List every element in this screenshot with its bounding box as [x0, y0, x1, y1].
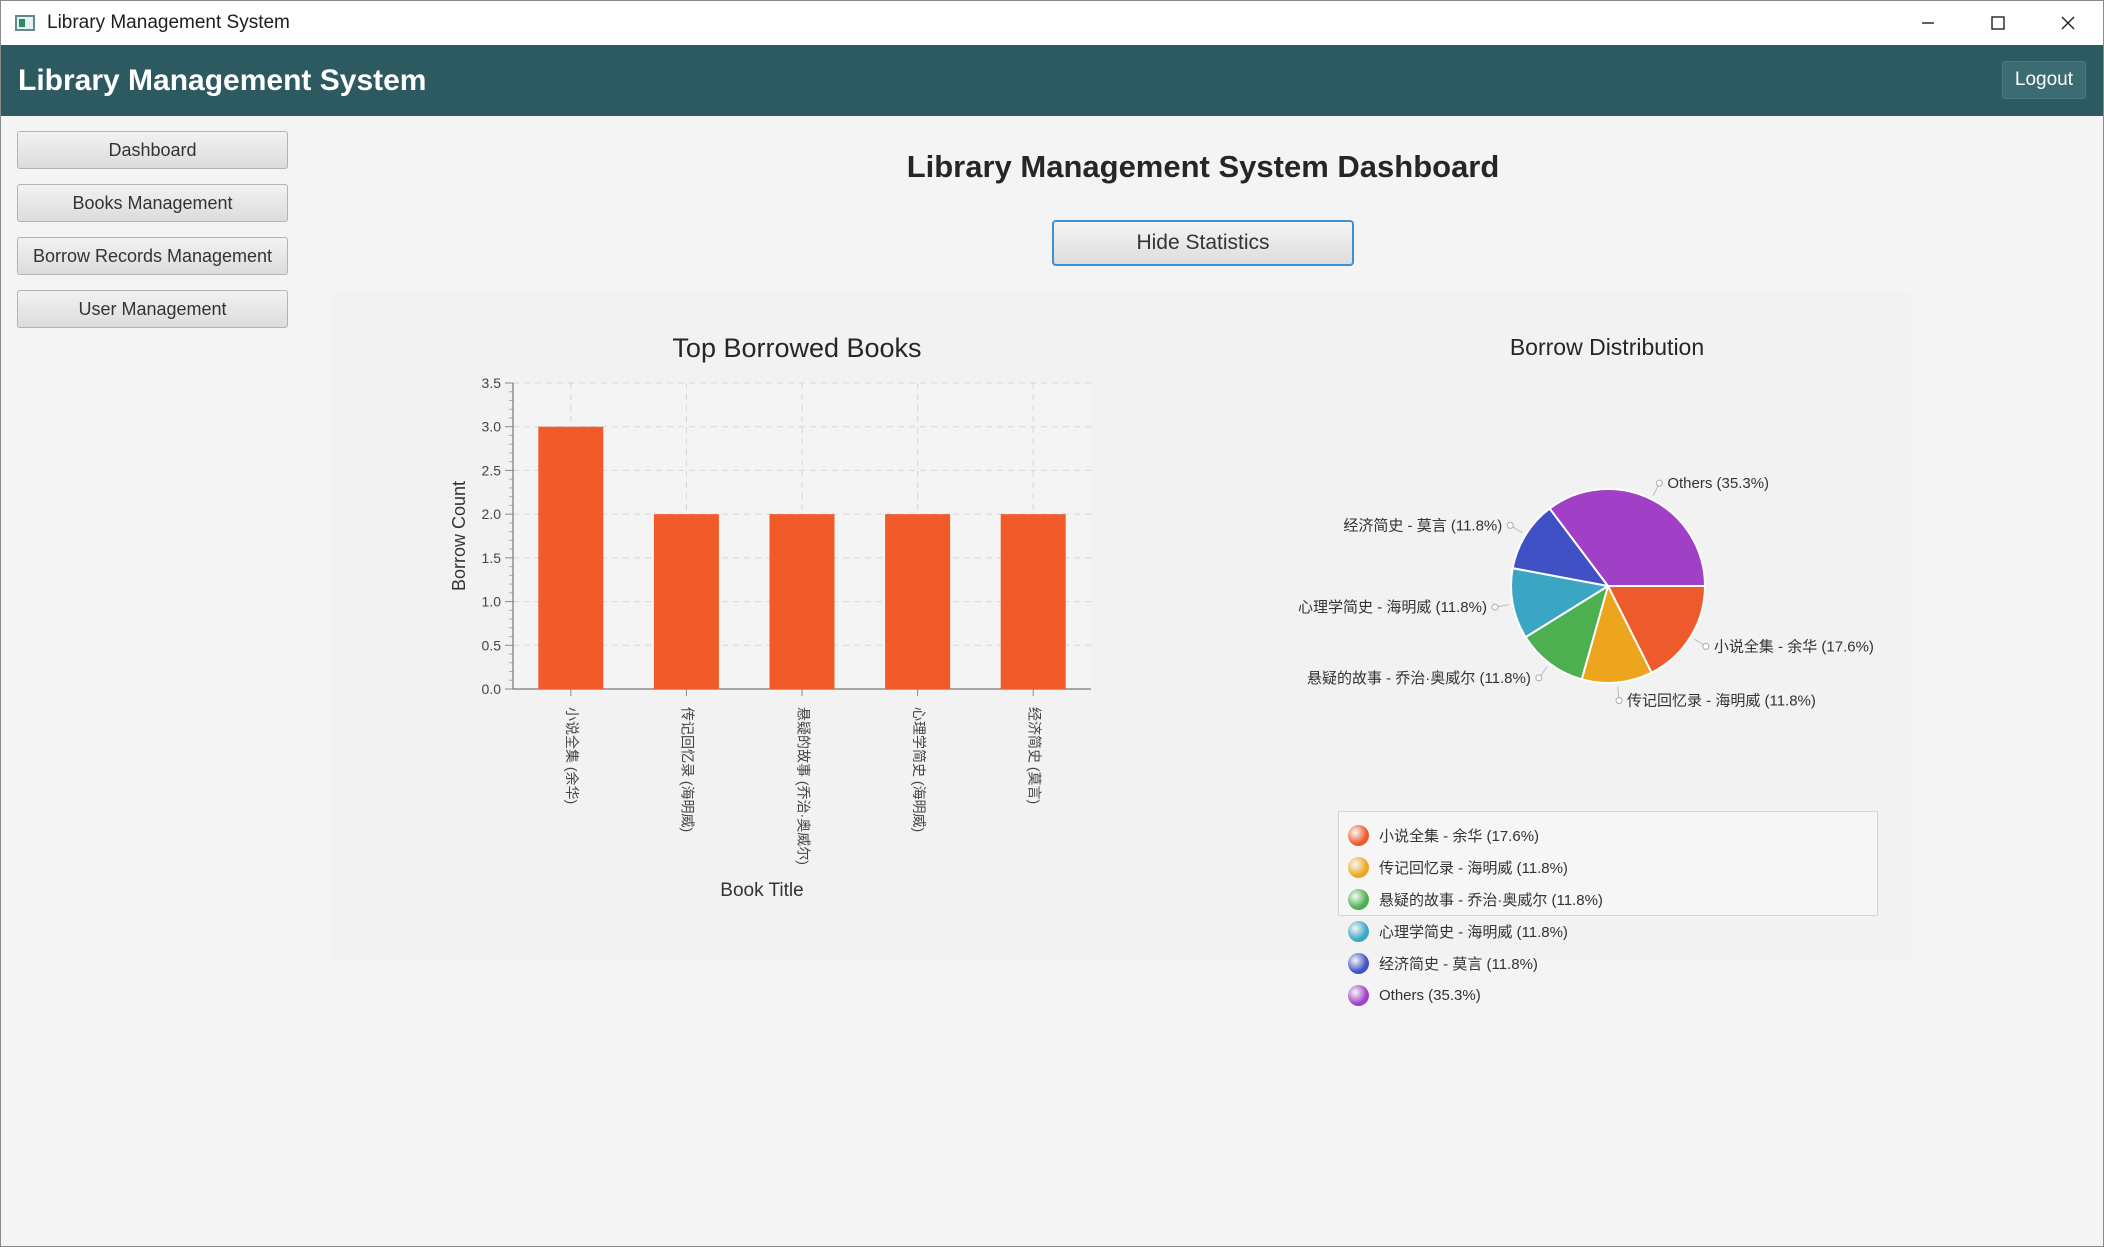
- sidebar-item-user-management[interactable]: User Management: [17, 290, 288, 328]
- x-axis-label: Book Title: [720, 880, 803, 901]
- legend-swatch: [1348, 984, 1369, 1006]
- close-icon[interactable]: [2033, 1, 2103, 45]
- pie-slice-label: 悬疑的故事 - 乔治·奥威尔 (11.8%): [1307, 670, 1531, 687]
- legend-label: Others (35.3%): [1379, 986, 1481, 1004]
- pie-label-dot: [1506, 521, 1514, 529]
- bar: [769, 514, 835, 689]
- app-window: Library Management System Library Manage…: [0, 0, 2104, 1247]
- bar: [1000, 514, 1066, 689]
- y-tick-label: 0.5: [482, 637, 502, 653]
- minimize-icon[interactable]: [1893, 1, 1963, 45]
- legend-item: 小说全集 - 余华 (17.6%): [1348, 819, 1603, 851]
- bar-chart-title: Top Borrowed Books: [672, 333, 922, 363]
- y-tick-label: 3.0: [482, 419, 502, 435]
- pie-label-dot: [1655, 479, 1663, 487]
- bar: [885, 514, 951, 689]
- sidebar-item-borrow-records-management[interactable]: Borrow Records Management: [17, 237, 288, 275]
- window-title: Library Management System: [47, 12, 290, 33]
- legend-label: 经济简史 - 莫言 (11.8%): [1379, 955, 1538, 973]
- maximize-icon[interactable]: [1963, 1, 2033, 45]
- window-titlebar[interactable]: Library Management System: [1, 1, 2103, 45]
- legend-label: 传记回忆录 - 海明威 (11.8%): [1379, 859, 1568, 877]
- legend-label: 小说全集 - 余华 (17.6%): [1379, 827, 1540, 845]
- sidebar-item-dashboard[interactable]: Dashboard: [17, 131, 288, 169]
- app-title: Library Management System: [18, 63, 427, 97]
- y-tick-label: 3.5: [482, 375, 502, 391]
- pie-slice-label: 经济简史 - 莫言 (11.8%): [1343, 517, 1502, 534]
- bar-chart: 0.0 0.5 1.0 1.5 2.0 2.5 3.0 3.5 小说全集 (余华) 传记回忆录 (…: [449, 375, 1091, 901]
- legend-item: 心理学简史 - 海明威 (11.8%): [1348, 915, 1603, 947]
- legend-swatch: [1348, 824, 1369, 846]
- pie-slice-label: 心理学简史 - 海明威 (11.8%): [1298, 599, 1487, 616]
- pie-slice-label: Others (35.3%): [1667, 475, 1769, 492]
- sidebar: Dashboard Books Management Borrow Record…: [17, 131, 289, 343]
- app-header: Library Management System Logout: [1, 45, 2103, 116]
- pie-label-dot: [1535, 674, 1543, 682]
- logout-button[interactable]: Logout: [2001, 61, 2086, 99]
- pie-label-dot: [1702, 642, 1710, 650]
- y-tick-label: 2.5: [482, 462, 502, 478]
- sidebar-item-books-management[interactable]: Books Management: [17, 184, 288, 222]
- pie-label-dot: [1615, 696, 1623, 704]
- pie-legend-items: 小说全集 - 余华 (17.6%) 传记回忆录 - 海明威 (11.8%) 悬疑的故…: [1348, 819, 1603, 1011]
- pie-slice-label: 传记回忆录 - 海明威 (11.8%): [1627, 692, 1816, 709]
- bar: [538, 426, 604, 689]
- y-tick-label: 1.5: [482, 550, 502, 566]
- pie-chart-title: Borrow Distribution: [1509, 334, 1705, 360]
- x-tick-label: 悬疑的故事 (乔治·奥威尔): [795, 707, 811, 865]
- pie-chart: 小说全集 - 余华 (17.6%) 传记回忆录 - 海明威 (11.8%) 悬疑的故…: [1298, 475, 1874, 709]
- app-icon: [15, 15, 35, 31]
- legend-item: 传记回忆录 - 海明威 (11.8%): [1348, 851, 1603, 883]
- page-title: Library Management System Dashboard: [906, 149, 1500, 184]
- pie-slice-label: 小说全集 - 余华 (17.6%): [1714, 637, 1874, 655]
- y-tick-label: 0.0: [482, 681, 502, 697]
- window-controls: [1893, 1, 2103, 45]
- bar: [653, 514, 719, 689]
- y-axis-label: Borrow Count: [449, 481, 469, 591]
- x-tick-label: 心理学简史 (海明威): [911, 707, 927, 832]
- legend-swatch: [1348, 856, 1369, 878]
- legend-item: 悬疑的故事 - 乔治·奥威尔 (11.8%): [1348, 883, 1603, 915]
- legend-label: 悬疑的故事 - 乔治·奥威尔 (11.8%): [1379, 891, 1603, 909]
- legend-label: 心理学简史 - 海明威 (11.8%): [1379, 923, 1568, 941]
- y-tick-label: 2.0: [482, 506, 502, 522]
- x-tick-label: 传记回忆录 (海明威): [680, 707, 696, 832]
- legend-swatch: [1348, 920, 1369, 942]
- legend-item: 经济简史 - 莫言 (11.8%): [1348, 947, 1603, 979]
- x-tick-label: 小说全集 (余华): [564, 707, 580, 804]
- legend-item: Others (35.3%): [1348, 979, 1603, 1011]
- hide-statistics-button[interactable]: Hide Statistics: [1052, 220, 1354, 266]
- y-tick-label: 1.0: [482, 594, 502, 610]
- legend-swatch: [1348, 888, 1369, 910]
- legend-swatch: [1348, 952, 1369, 974]
- x-tick-label: 经济简史 (莫言): [1026, 707, 1042, 804]
- pie-label-dot: [1491, 603, 1499, 611]
